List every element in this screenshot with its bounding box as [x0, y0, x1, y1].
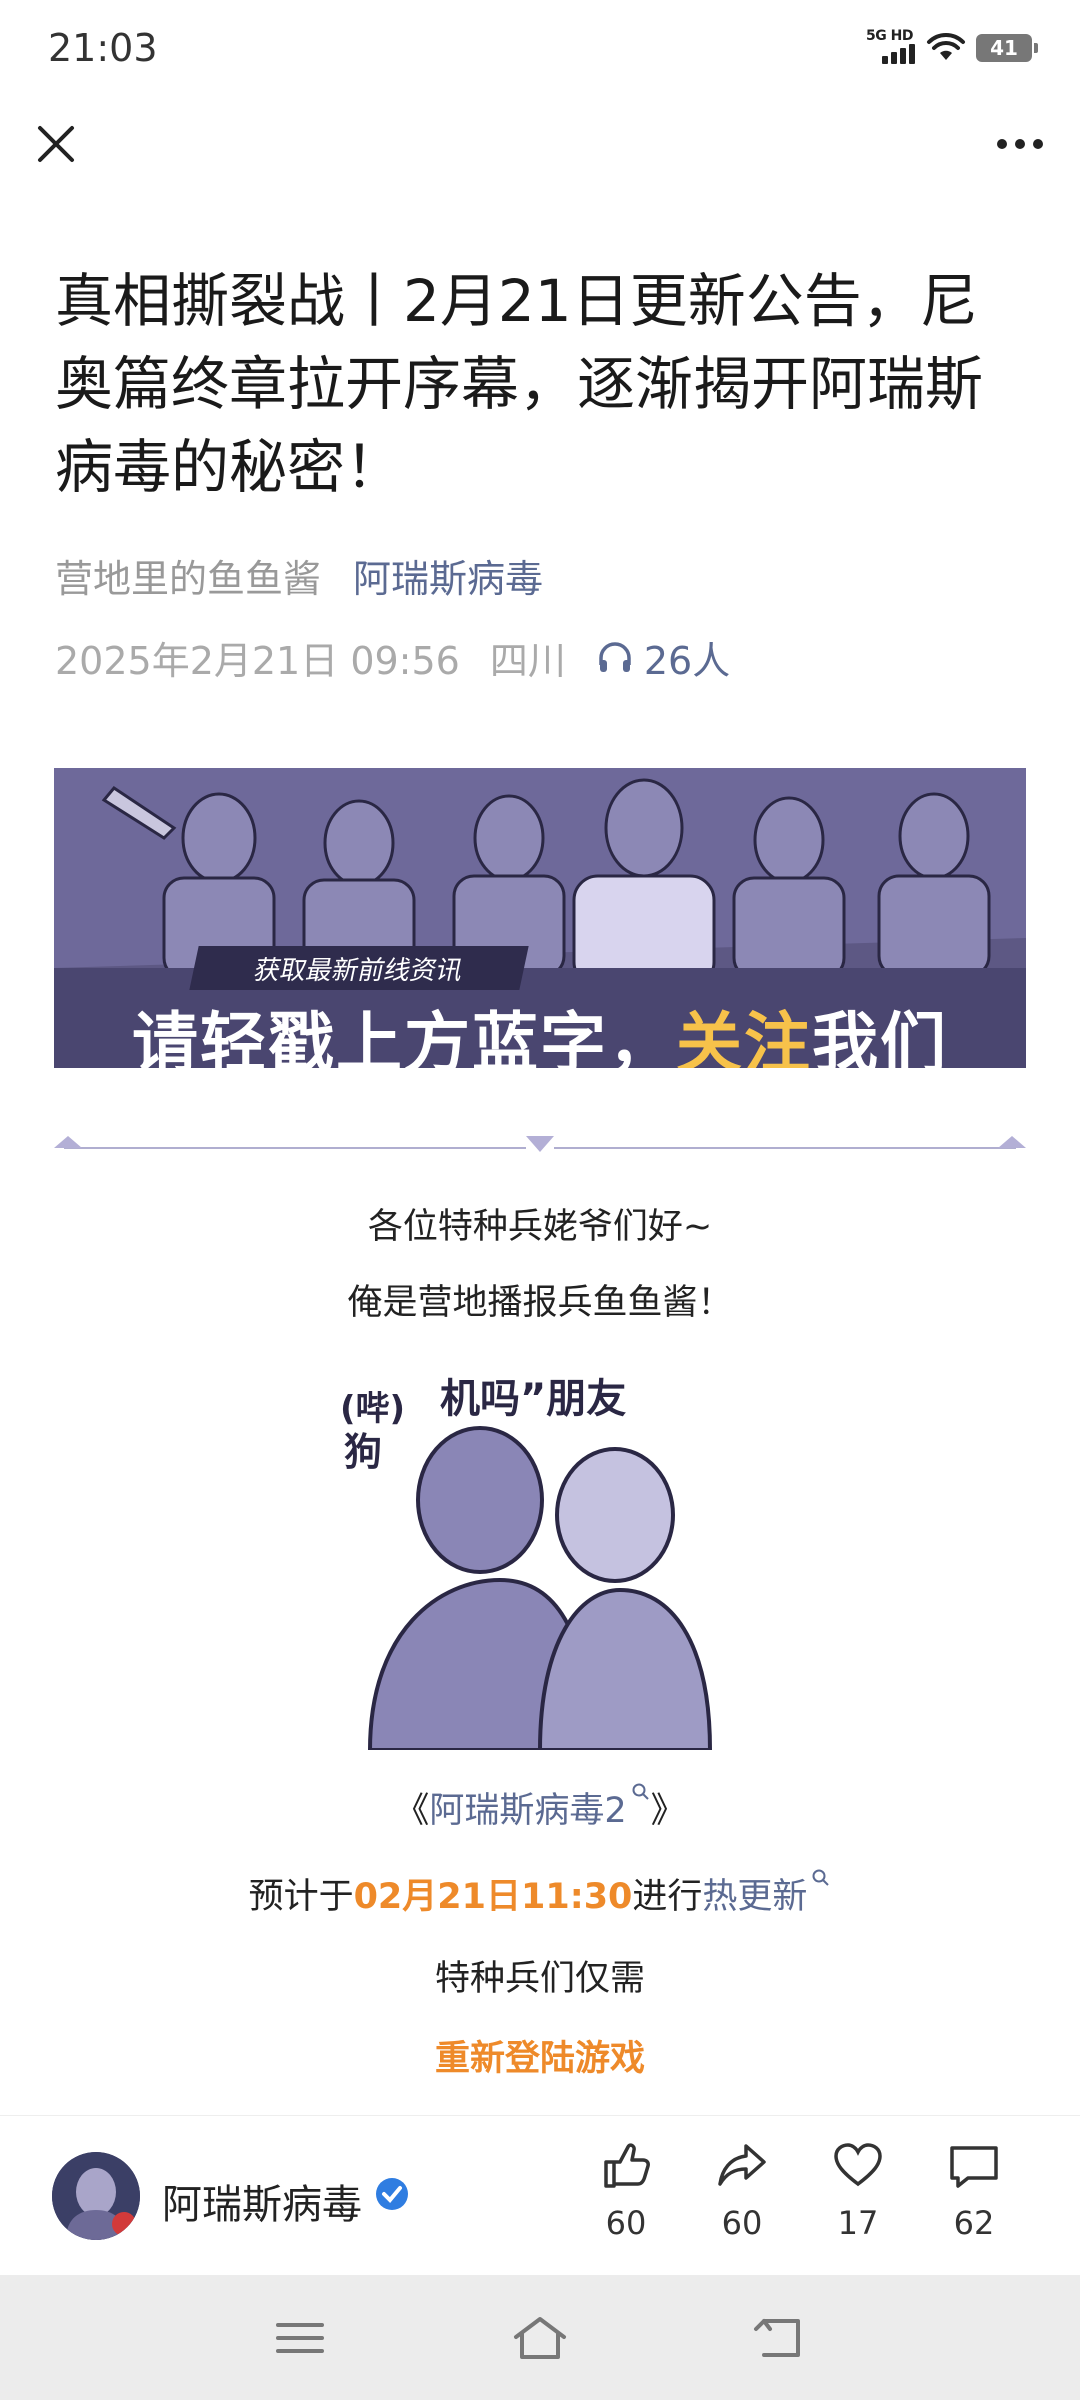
- article-info: 2025年2月21日 09:56 四川 26人: [55, 630, 730, 685]
- cellular-signal-icon: 5G HD: [866, 28, 916, 68]
- thumbs-up-icon: [604, 2143, 650, 2188]
- status-bar: 21:03 5G HD 41: [0, 0, 1080, 100]
- like-button[interactable]: 60: [586, 2138, 666, 2242]
- account-name[interactable]: 阿瑞斯病毒: [162, 2172, 362, 2230]
- update-mid: 进行: [632, 1877, 703, 1917]
- network-label: 5G HD: [866, 28, 913, 44]
- only-need-text: 特种兵们仅需: [434, 1959, 645, 1999]
- share-button[interactable]: 60: [702, 2138, 782, 2242]
- banner-headline: 请轻戳上方蓝字，关注我们: [54, 990, 1026, 1068]
- sticker-text-right: 机吗”朋友: [440, 1376, 626, 1422]
- intro-text: 俺是营地播报兵鱼鱼酱！: [347, 1283, 733, 1323]
- close-icon[interactable]: [30, 118, 82, 170]
- search-icon[interactable]: [811, 1868, 831, 1888]
- banner-subtitle: 获取最新前线资讯: [189, 946, 529, 990]
- verified-badge-icon: [376, 2178, 408, 2210]
- game-name-line: 《阿瑞斯病毒2 》: [0, 1782, 1080, 1833]
- article-meta: 营地里的鱼鱼酱 阿瑞斯病毒: [55, 548, 543, 603]
- avatar-image: [52, 2152, 140, 2240]
- listen-button[interactable]: 26人: [596, 630, 730, 685]
- back-icon[interactable]: [750, 2313, 810, 2363]
- menu-icon[interactable]: [270, 2313, 330, 2363]
- update-prefix: 预计于: [248, 1877, 354, 1917]
- favorite-button[interactable]: 17: [818, 2138, 898, 2242]
- follow-banner-image: 获取最新前线资讯 请轻戳上方蓝字，关注我们: [54, 768, 1026, 1068]
- banner-text-b: 我们: [812, 1005, 948, 1068]
- battery-icon: 41: [976, 34, 1038, 62]
- status-icons: 5G HD 41: [866, 28, 1038, 68]
- sticker-text-left: (哔): [340, 1389, 405, 1429]
- sticker-illustration: (哔) 狗 机吗”朋友: [330, 1350, 740, 1750]
- home-icon[interactable]: [510, 2313, 570, 2363]
- wifi-icon: [927, 32, 965, 60]
- headphones-icon: [599, 641, 631, 672]
- hot-update-link[interactable]: 热更新: [702, 1877, 807, 1917]
- quote-open: 《: [394, 1791, 430, 1831]
- status-time: 21:03: [48, 26, 158, 70]
- bottom-action-bar: 阿瑞斯病毒 60 60 17 62: [0, 2115, 1080, 2275]
- system-nav-bar: [0, 2275, 1080, 2400]
- relogin-text: 重新登陆游戏: [0, 2030, 1080, 2081]
- comment-button[interactable]: 62: [934, 2138, 1014, 2242]
- update-time: 02月21日11:30: [353, 1877, 633, 1917]
- comment-icon: [950, 2146, 998, 2188]
- search-icon[interactable]: [631, 1782, 651, 1802]
- greeting-text: 各位特种兵姥爷们好~: [367, 1207, 713, 1247]
- update-line: 预计于02月21日11:30进行热更新: [0, 1868, 1080, 1919]
- banner-text-a: 请轻戳上方蓝字，: [132, 1005, 676, 1068]
- like-count: 60: [605, 2204, 647, 2242]
- avatar[interactable]: [52, 2152, 140, 2240]
- account-link[interactable]: 阿瑞斯病毒: [353, 548, 543, 603]
- top-bar: [0, 110, 1080, 190]
- publish-date: 2025年2月21日 09:56: [55, 639, 460, 683]
- banner-highlight: 关注: [676, 1005, 812, 1068]
- heart-icon: [834, 2143, 882, 2187]
- section-divider: [54, 1136, 1026, 1152]
- location: 四川: [489, 639, 566, 683]
- comment-count: 62: [953, 2204, 995, 2242]
- share-count: 60: [721, 2204, 763, 2242]
- more-options-icon[interactable]: [990, 118, 1050, 170]
- article-title: 真相撕裂战丨2月21日更新公告，尼奥篇终章拉开序幕，逐渐揭开阿瑞斯病毒的秘密！: [55, 267, 984, 501]
- author-name: 营地里的鱼鱼酱: [55, 557, 322, 601]
- relogin-label: 重新登陆游戏: [434, 2039, 645, 2079]
- listener-count: 26人: [643, 639, 731, 683]
- sticker-text-left2: 狗: [344, 1430, 382, 1474]
- share-icon: [718, 2144, 766, 2186]
- quote-close: 》: [650, 1791, 686, 1831]
- favorite-count: 17: [837, 2204, 879, 2242]
- game-name-link[interactable]: 阿瑞斯病毒2: [429, 1791, 626, 1831]
